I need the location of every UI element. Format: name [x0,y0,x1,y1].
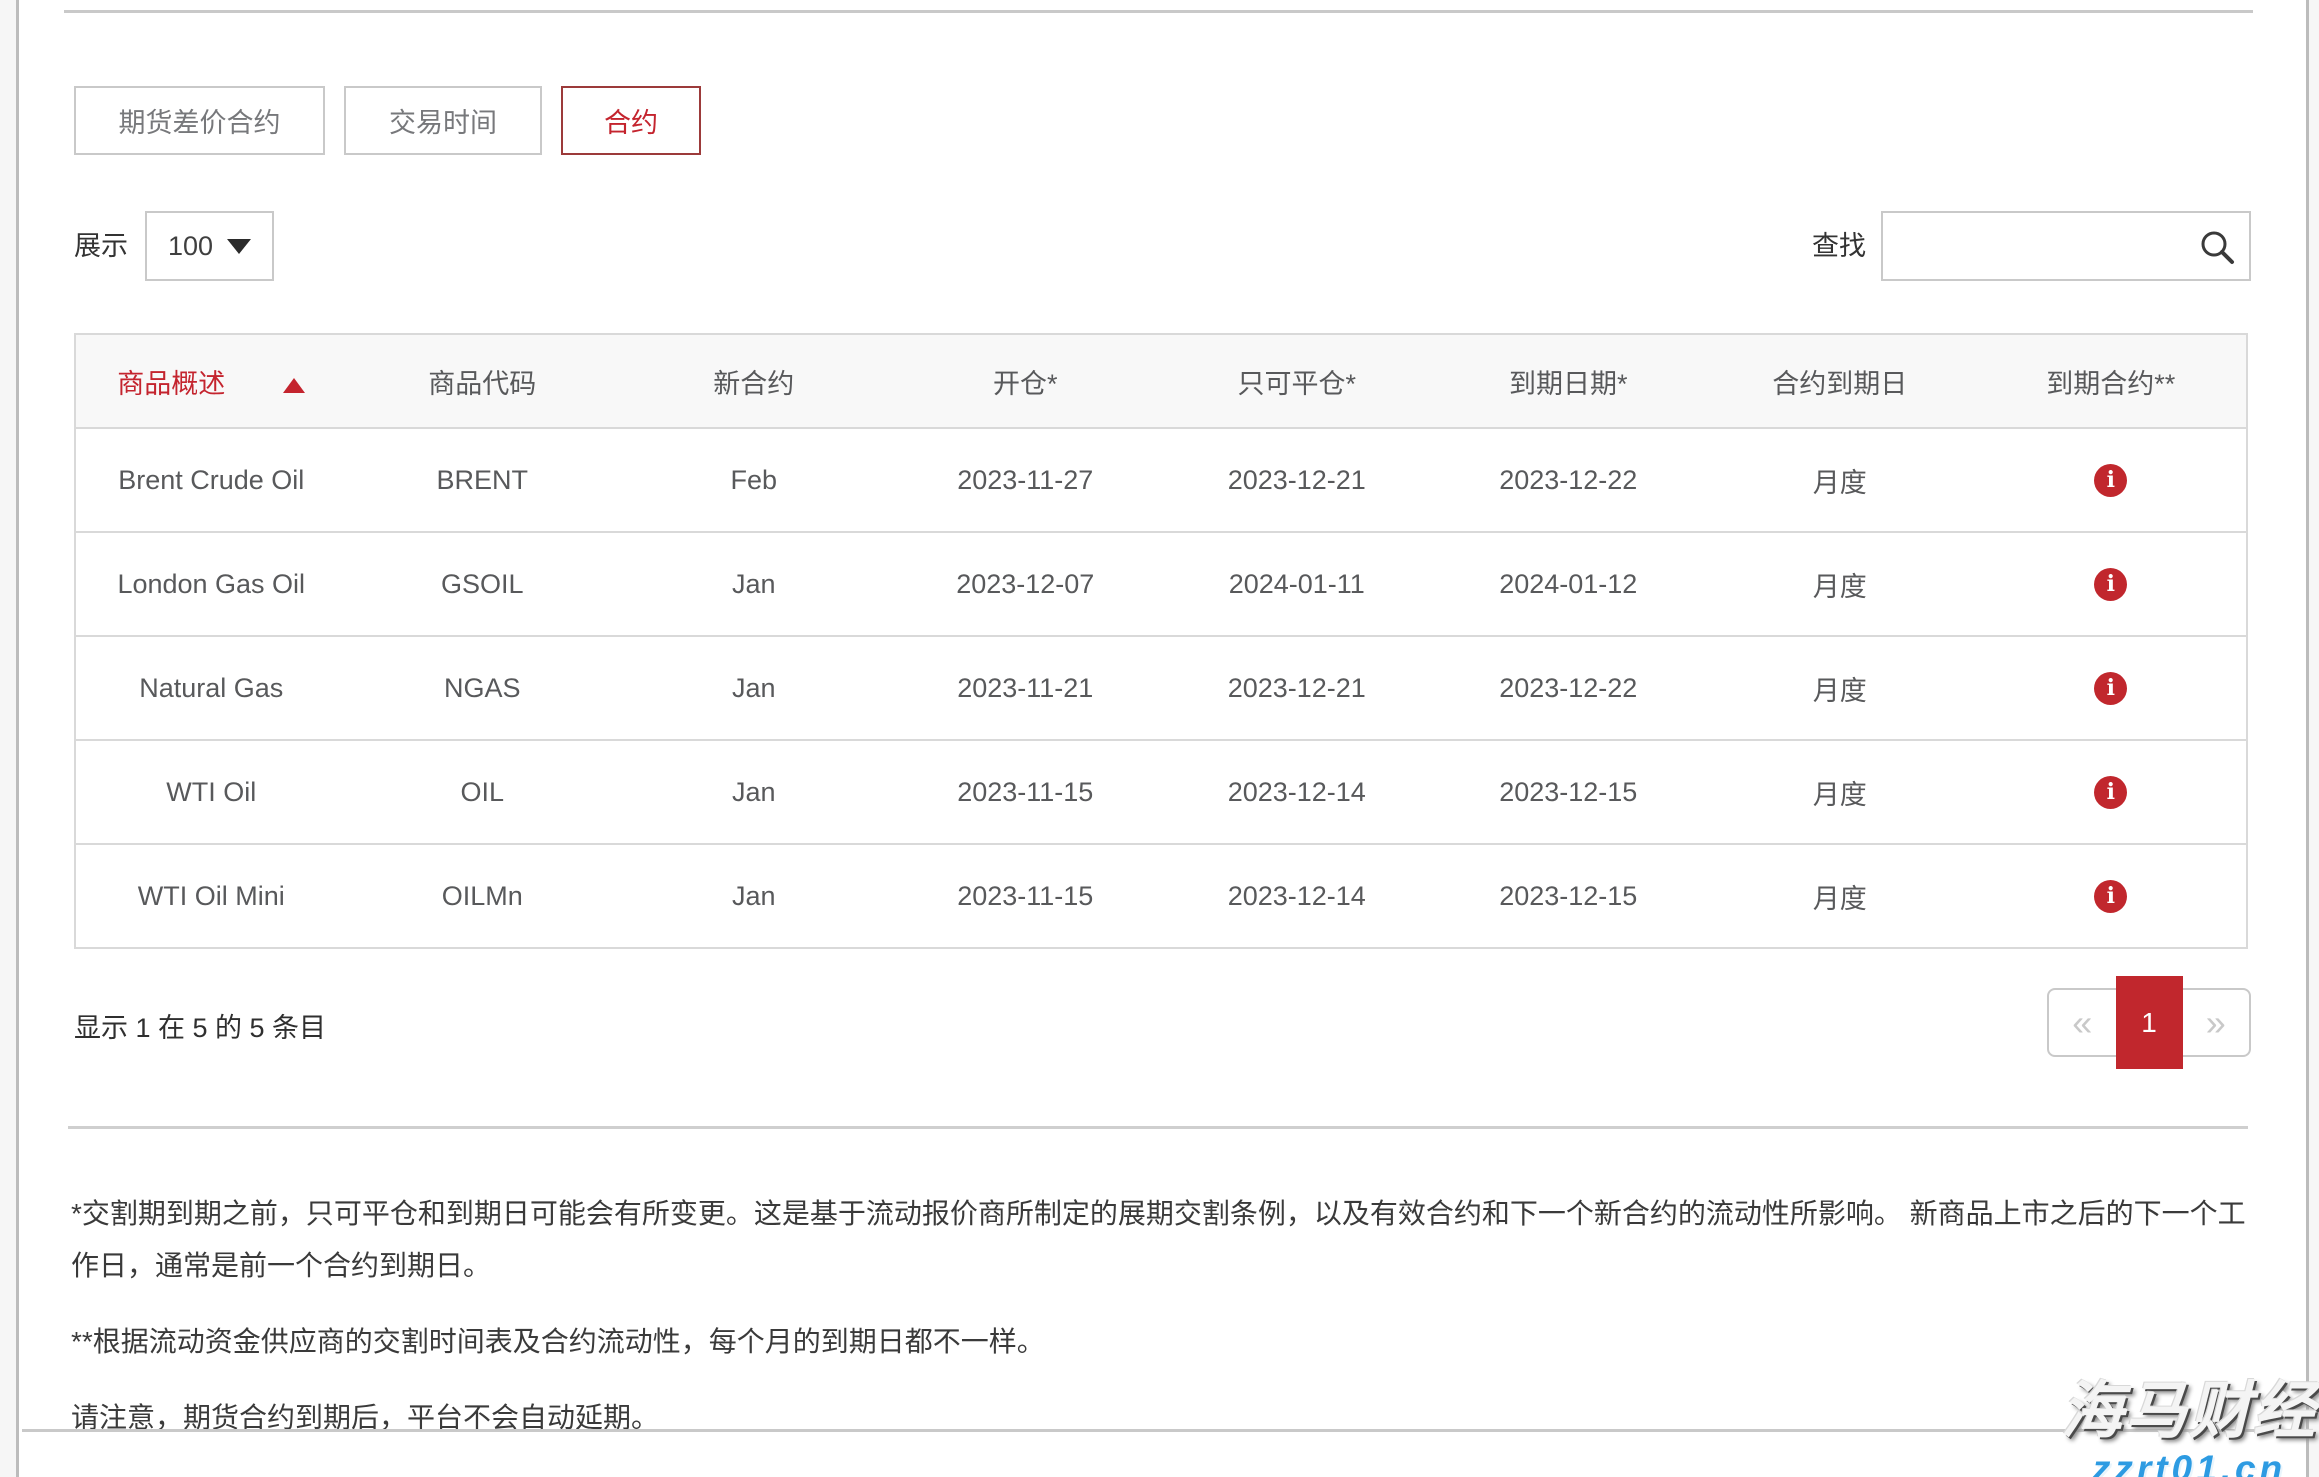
tab-contracts[interactable]: 合约 [561,86,701,155]
info-icon[interactable]: i [2094,568,2127,601]
page-size-dropdown[interactable]: 100 [145,211,274,281]
cell-close-only-date: 2023-12-14 [1161,740,1433,844]
bottom-divider [22,1429,2303,1432]
search-box [1881,211,2251,281]
cell-contract-expiry: 月度 [1704,844,1976,948]
cell-contract-expiry: 月度 [1704,532,1976,636]
header-expiry-date[interactable]: 到期日期* [1433,334,1705,428]
cell-commodity: WTI Oil [75,740,347,844]
cell-contract-expiry: 月度 [1704,740,1976,844]
show-label: 展示 [74,211,128,281]
cell-commodity: Natural Gas [75,636,347,740]
cell-symbol: BRENT [347,428,619,532]
cell-new-contract: Jan [618,740,890,844]
footnote-delivery: *交割期到期之前，只可平仓和到期日可能会有所变更。这是基于流动报价商所制定的展期… [71,1188,2251,1292]
cell-expiry-date: 2024-01-12 [1433,532,1705,636]
table-header-row: 商品概述 商品代码 新合约 开仓* 只可平仓* 到期日期* 合约到期日 到期合约… [75,334,2247,428]
cell-open-date: 2023-11-27 [890,428,1162,532]
page-size-value: 100 [168,231,213,262]
footnote-divider [68,1126,2248,1129]
cell-commodity: Brent Crude Oil [75,428,347,532]
table-row: Brent Crude Oil BRENT Feb 2023-11-27 202… [75,428,2247,532]
footnote-notice: 请注意，期货合约到期后，平台不会自动延期。 [71,1392,2251,1444]
cell-open-date: 2023-11-15 [890,844,1162,948]
contracts-page: 期货差价合约 交易时间 合约 展示 100 查找 商品概述 商品代码 新合约 开… [0,0,2319,1477]
cell-open-date: 2023-12-07 [890,532,1162,636]
cell-open-date: 2023-11-15 [890,740,1162,844]
cell-close-only-date: 2024-01-11 [1161,532,1433,636]
cell-info: i [1976,532,2248,636]
cell-close-only-date: 2023-12-21 [1161,428,1433,532]
cell-new-contract: Feb [618,428,890,532]
results-summary: 显示 1 在 5 的 5 条目 [74,1006,326,1045]
header-commodity-label: 商品概述 [117,369,225,399]
left-page-edge [0,0,19,1477]
table-row: Natural Gas NGAS Jan 2023-11-21 2023-12-… [75,636,2247,740]
watermark-site: zzrt01.cn [2061,1448,2317,1477]
cell-new-contract: Jan [618,532,890,636]
header-symbol[interactable]: 商品代码 [347,334,619,428]
table-row: WTI Oil Mini OILMn Jan 2023-11-15 2023-1… [75,844,2247,948]
table-row: WTI Oil OIL Jan 2023-11-15 2023-12-14 20… [75,740,2247,844]
cell-close-only-date: 2023-12-14 [1161,844,1433,948]
pagination: « 1 » [2047,988,2251,1057]
tab-futures-cfd[interactable]: 期货差价合约 [74,86,325,155]
header-contract-expiry[interactable]: 合约到期日 [1704,334,1976,428]
watermark-brand: 海马财经 [2061,1360,2317,1450]
footnote-liquidity: **根据流动资金供应商的交割时间表及合约流动性，每个月的到期日都不一样。 [71,1316,2251,1368]
sort-asc-icon [283,378,305,393]
cell-expiry-date: 2023-12-15 [1433,844,1705,948]
info-icon[interactable]: i [2094,776,2127,809]
search-input[interactable] [1883,213,2249,279]
cell-close-only-date: 2023-12-21 [1161,636,1433,740]
cell-info: i [1976,428,2248,532]
cell-new-contract: Jan [618,844,890,948]
header-close-only[interactable]: 只可平仓* [1161,334,1433,428]
cell-info: i [1976,740,2248,844]
cell-symbol: NGAS [347,636,619,740]
next-page-button[interactable]: » [2183,990,2250,1055]
header-commodity[interactable]: 商品概述 [75,334,347,428]
chevron-down-icon [227,239,251,254]
footnotes: *交割期到期之前，只可平仓和到期日可能会有所变更。这是基于流动报价商所制定的展期… [71,1188,2251,1444]
cell-symbol: GSOIL [347,532,619,636]
current-page-number: 1 [2116,976,2183,1069]
cell-info: i [1976,636,2248,740]
cell-symbol: OIL [347,740,619,844]
cell-new-contract: Jan [618,636,890,740]
current-page-button[interactable]: 1 [2116,990,2183,1055]
info-icon[interactable]: i [2094,464,2127,497]
info-icon[interactable]: i [2094,672,2127,705]
tab-bar: 期货差价合约 交易时间 合约 [74,86,701,155]
info-icon[interactable]: i [2094,880,2127,913]
cell-symbol: OILMn [347,844,619,948]
search-icon[interactable] [2197,227,2237,267]
header-open[interactable]: 开仓* [890,334,1162,428]
cell-contract-expiry: 月度 [1704,636,1976,740]
right-page-edge [2306,0,2319,1477]
cell-info: i [1976,844,2248,948]
cell-open-date: 2023-11-21 [890,636,1162,740]
search-label: 查找 [1812,211,1866,281]
prev-page-button[interactable]: « [2049,990,2116,1055]
table-body: Brent Crude Oil BRENT Feb 2023-11-27 202… [75,428,2247,948]
cell-expiry-date: 2023-12-22 [1433,428,1705,532]
tab-trading-hours[interactable]: 交易时间 [344,86,542,155]
cell-commodity: WTI Oil Mini [75,844,347,948]
cell-expiry-date: 2023-12-15 [1433,740,1705,844]
watermark: 海马财经 zzrt01.cn [2061,1360,2317,1477]
table-row: London Gas Oil GSOIL Jan 2023-12-07 2024… [75,532,2247,636]
cell-commodity: London Gas Oil [75,532,347,636]
header-new-contract[interactable]: 新合约 [618,334,890,428]
contracts-table: 商品概述 商品代码 新合约 开仓* 只可平仓* 到期日期* 合约到期日 到期合约… [74,333,2248,949]
cell-contract-expiry: 月度 [1704,428,1976,532]
header-expired-contract[interactable]: 到期合约** [1976,334,2248,428]
top-divider [64,10,2253,13]
cell-expiry-date: 2023-12-22 [1433,636,1705,740]
